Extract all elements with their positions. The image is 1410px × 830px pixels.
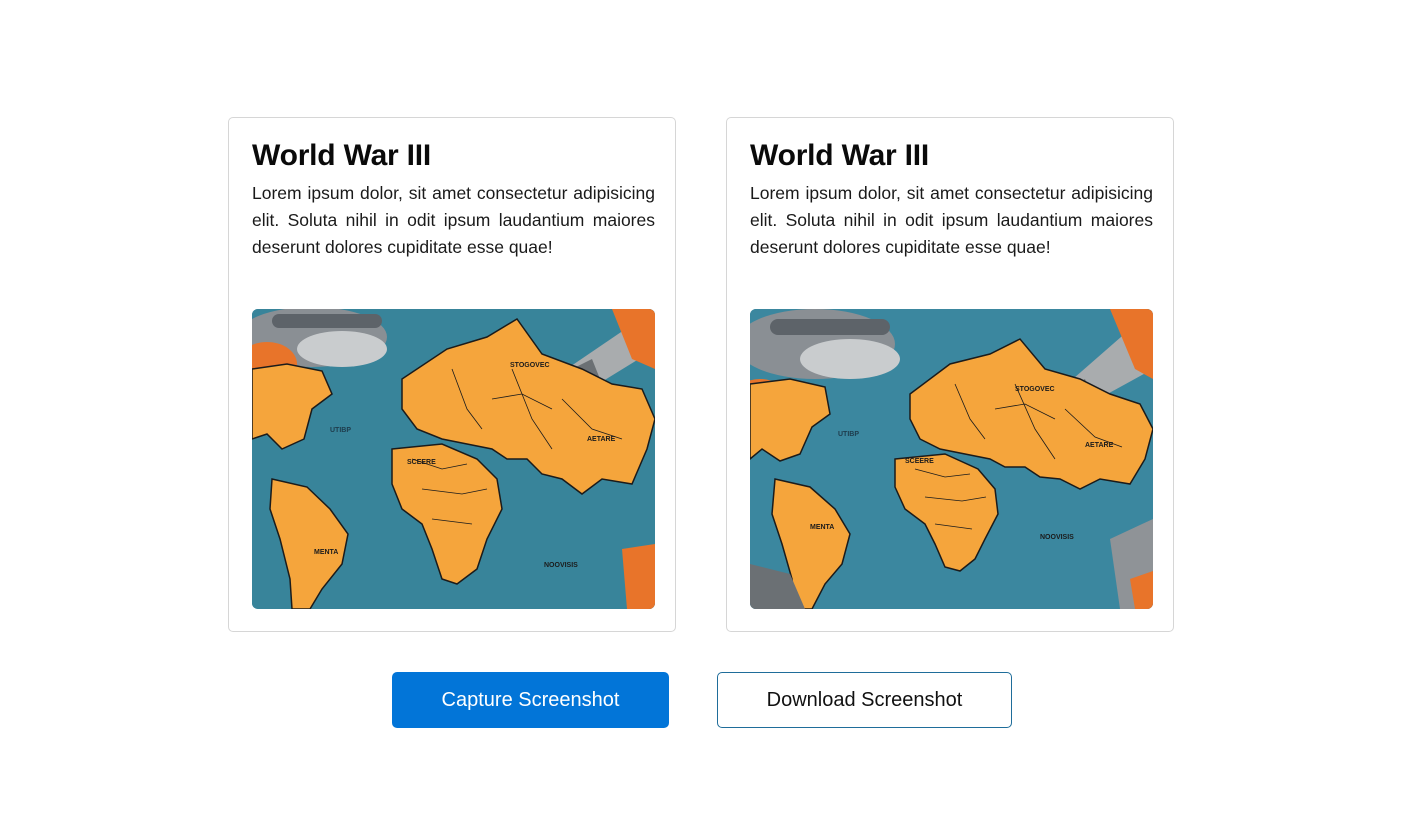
capture-screenshot-button[interactable]: Capture Screenshot bbox=[392, 672, 669, 728]
map-label: NOOVISIS bbox=[544, 562, 578, 569]
world-map-illustration: STOGOVEC UTIBP AETARE SCEERE MENTA NOOVI… bbox=[252, 309, 655, 609]
map-label: SCEERE bbox=[407, 459, 436, 466]
card-title: World War III bbox=[750, 139, 930, 172]
card-title: World War III bbox=[252, 139, 432, 172]
page: World War III Lorem ipsum dolor, sit ame… bbox=[0, 0, 1410, 830]
card-image: STOGOVEC UTIBP AETARE SCEERE MENTA NOOVI… bbox=[252, 309, 655, 609]
card-description: Lorem ipsum dolor, sit amet consectetur … bbox=[750, 183, 1153, 257]
world-map-illustration: STOGOVEC UTIBP AETARE SCEERE MENTA NOOVI… bbox=[750, 309, 1153, 609]
map-label: MENTA bbox=[810, 524, 834, 531]
map-label: UTIBP bbox=[838, 431, 859, 438]
card-image: STOGOVEC UTIBP AETARE SCEERE MENTA NOOVI… bbox=[750, 309, 1153, 609]
card: World War III Lorem ipsum dolor, sit ame… bbox=[726, 117, 1174, 632]
card-description: Lorem ipsum dolor, sit amet consectetur … bbox=[252, 183, 655, 257]
card: World War III Lorem ipsum dolor, sit ame… bbox=[228, 117, 676, 632]
map-label: STOGOVEC bbox=[1015, 386, 1055, 393]
map-label: UTIBP bbox=[330, 427, 351, 434]
map-label: MENTA bbox=[314, 549, 338, 556]
map-label: STOGOVEC bbox=[510, 362, 550, 369]
map-label: NOOVISIS bbox=[1040, 534, 1074, 541]
map-label: SCEERE bbox=[905, 458, 934, 465]
map-label: AETARE bbox=[1085, 442, 1114, 449]
download-screenshot-button[interactable]: Download Screenshot bbox=[717, 672, 1012, 728]
map-label: AETARE bbox=[587, 436, 616, 443]
